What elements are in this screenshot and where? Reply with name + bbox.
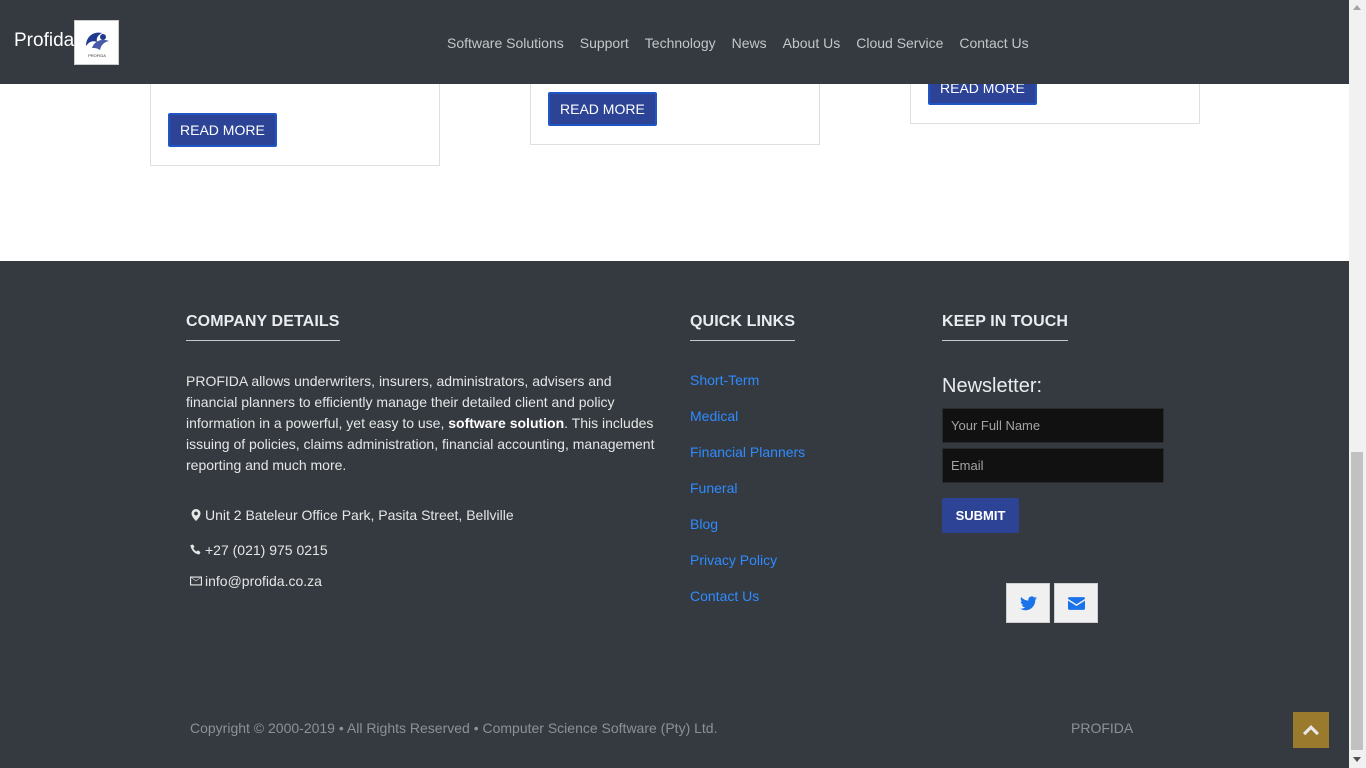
nav-cloud-service[interactable]: Cloud Service: [848, 35, 951, 51]
quick-link-contact-us[interactable]: Contact Us: [690, 588, 759, 604]
nav-support[interactable]: Support: [572, 35, 637, 51]
svg-text:PROFIDA: PROFIDA: [88, 53, 106, 58]
email-text[interactable]: info@profida.co.za: [205, 573, 322, 589]
scroll-down-arrow-icon[interactable]: [1353, 757, 1361, 762]
page-scrollbar[interactable]: [1349, 0, 1366, 768]
content-card: READ MORE: [150, 84, 440, 166]
twitter-button[interactable]: [1006, 583, 1050, 623]
brand-name[interactable]: Profida: [14, 30, 74, 52]
phone-text: +27 (021) 975 0215: [205, 542, 328, 558]
contact-email: info@profida.co.za: [190, 573, 322, 589]
email-social-button[interactable]: [1054, 583, 1098, 623]
main-nav: Software Solutions Support Technology Ne…: [439, 35, 1037, 51]
back-to-top-button[interactable]: [1293, 712, 1329, 748]
content-card: READ MORE: [530, 84, 820, 145]
envelope-icon: [190, 576, 202, 586]
chevron-up-icon: [1303, 725, 1319, 736]
twitter-icon: [1019, 595, 1037, 610]
read-more-button[interactable]: READ MORE: [548, 92, 657, 126]
brand-logo[interactable]: PROFIDA: [74, 20, 119, 65]
read-more-button[interactable]: READ MORE: [168, 113, 277, 147]
top-navbar: Profida PROFIDA Software Solutions Suppo…: [0, 0, 1349, 84]
scrollbar-thumb[interactable]: [1351, 452, 1363, 750]
map-marker-icon: [191, 509, 201, 521]
email-input[interactable]: [942, 448, 1164, 483]
nav-news[interactable]: News: [724, 35, 775, 51]
profida-logo-icon: PROFIDA: [85, 32, 109, 58]
nav-contact-us[interactable]: Contact Us: [951, 35, 1036, 51]
quick-link-medical[interactable]: Medical: [690, 408, 738, 424]
phone-icon: [190, 544, 201, 555]
content-card: READ MORE: [910, 71, 1200, 124]
nav-software-solutions[interactable]: Software Solutions: [439, 35, 572, 51]
company-description: PROFIDA allows underwriters, insurers, a…: [186, 371, 661, 476]
envelope-icon: [1067, 596, 1085, 610]
quick-link-short-term[interactable]: Short-Term: [690, 372, 759, 388]
contact-address: Unit 2 Bateleur Office Park, Pasita Stre…: [190, 507, 514, 523]
quick-link-blog[interactable]: Blog: [690, 516, 718, 532]
keep-in-touch-heading: KEEP IN TOUCH: [942, 313, 1069, 341]
footer-brand: PROFIDA: [1071, 720, 1134, 736]
quick-link-funeral[interactable]: Funeral: [690, 480, 737, 496]
copyright-text: Copyright © 2000-2019 • All Rights Reser…: [190, 720, 718, 736]
submit-button[interactable]: SUBMIT: [942, 498, 1019, 533]
contact-phone: +27 (021) 975 0215: [190, 542, 328, 558]
quick-links-heading: QUICK LINKS: [690, 313, 796, 341]
full-name-input[interactable]: [942, 408, 1164, 443]
nav-technology[interactable]: Technology: [637, 35, 724, 51]
nav-about-us[interactable]: About Us: [775, 35, 849, 51]
site-footer: COMPANY DETAILS PROFIDA allows underwrit…: [0, 261, 1349, 768]
scroll-up-arrow-icon[interactable]: [1353, 5, 1361, 10]
address-text: Unit 2 Bateleur Office Park, Pasita Stre…: [205, 507, 514, 523]
company-details-heading: COMPANY DETAILS: [186, 313, 340, 341]
newsletter-title: Newsletter:: [942, 375, 1043, 397]
software-solution-emphasis: software solution: [448, 415, 565, 431]
quick-link-privacy-policy[interactable]: Privacy Policy: [690, 552, 777, 568]
quick-link-financial-planners[interactable]: Financial Planners: [690, 444, 805, 460]
